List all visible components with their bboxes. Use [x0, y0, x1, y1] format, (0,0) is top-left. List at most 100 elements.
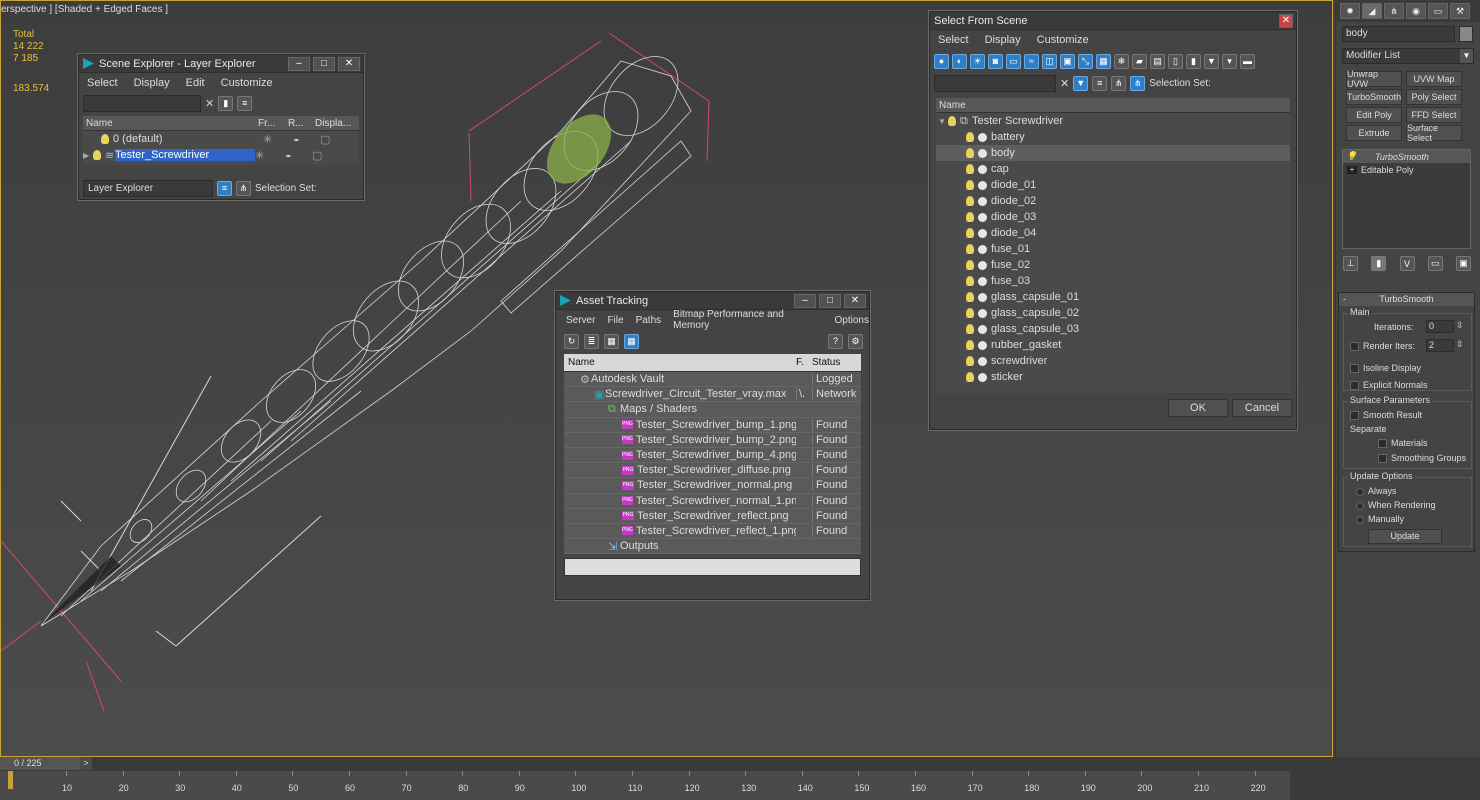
bulb-icon[interactable] [966, 228, 974, 238]
asset-row[interactable]: PNG Tester_Screwdriver_diffuse.png Found [564, 463, 861, 479]
time-marker[interactable] [8, 771, 13, 789]
bulb-icon[interactable] [966, 308, 974, 318]
expand-arrow-icon[interactable]: ▶ [83, 151, 93, 160]
display-invert-icon[interactable]: ▮ [1186, 53, 1201, 69]
bulb-icon[interactable] [966, 132, 974, 142]
time-slider[interactable]: 0 / 225 [0, 757, 92, 770]
freeze-icon[interactable]: ✳ [263, 133, 293, 146]
object-row[interactable]: diode_01 [936, 177, 1290, 193]
menu-display[interactable]: Display [134, 77, 170, 89]
uvw-map-button[interactable]: UVW Map [1406, 71, 1462, 87]
shapes-filter-icon[interactable]: ◐ [952, 53, 967, 69]
object-row[interactable]: diode_04 [936, 225, 1290, 241]
tree-root-row[interactable]: ▼ ⧉ Tester Screwdriver [936, 113, 1290, 129]
hierarchy-tab-icon[interactable]: ⋔ [1384, 3, 1404, 19]
asset-row[interactable]: PNG Tester_Screwdriver_bump_1.png Found [564, 418, 861, 433]
lights-filter-icon[interactable]: ☀ [970, 53, 985, 69]
object-row[interactable]: fuse_02 [936, 257, 1290, 273]
layers-icon[interactable]: ≡ [237, 95, 253, 111]
configure-sets-icon[interactable]: ▣ [1456, 256, 1471, 271]
bulb-icon[interactable] [948, 116, 956, 126]
clear-icon[interactable]: ✕ [1060, 77, 1069, 90]
filter-icon[interactable]: ▼ [1204, 53, 1219, 69]
ok-button[interactable]: OK [1168, 399, 1228, 417]
asset-row[interactable]: PNG Tester_Screwdriver_bump_2.png Found [564, 433, 861, 448]
display-box-icon[interactable]: ▢ [312, 149, 322, 162]
make-unique-icon[interactable]: V [1399, 256, 1415, 271]
menu-display[interactable]: Display [985, 34, 1021, 46]
object-name-input[interactable]: body [1342, 26, 1455, 42]
cancel-button[interactable]: Cancel [1232, 399, 1292, 417]
render-teapot-icon[interactable]: ◒ [285, 149, 312, 161]
stack-item-editable-poly[interactable]: + Editable Poly [1343, 163, 1470, 176]
menu-customize[interactable]: Customize [1037, 34, 1089, 46]
bones-filter-icon[interactable]: ⤡ [1078, 53, 1093, 69]
maximize-button[interactable]: □ [819, 293, 841, 308]
spacewarps-filter-icon[interactable]: ≈ [1024, 53, 1039, 69]
manually-radio[interactable]: Manually [1356, 514, 1404, 524]
render-teapot-icon[interactable]: ◒ [293, 133, 320, 145]
menu-customize[interactable]: Customize [221, 77, 273, 89]
cameras-filter-icon[interactable]: ◙ [988, 53, 1003, 69]
hierarchy-mode-icon[interactable]: ⋔ [236, 180, 251, 196]
frozen-filter-icon[interactable]: ❄ [1114, 53, 1129, 69]
asset-row[interactable]: PNG Tester_Screwdriver_reflect_1.png Found [564, 524, 861, 540]
bulb-icon[interactable] [966, 244, 974, 254]
iterations-spinner[interactable]: 0 [1426, 320, 1454, 333]
bulb-icon[interactable] [966, 372, 974, 382]
bulb-icon[interactable] [966, 164, 974, 174]
scene-explorer-titlebar[interactable]: Scene Explorer - Layer Explorer ‒ □ ✕ [79, 55, 363, 73]
explicit-normals-checkbox[interactable]: Explicit Normals [1350, 380, 1428, 391]
asset-row[interactable]: ⚙ Autodesk Vault Logged [564, 372, 861, 388]
object-row[interactable]: sticker [936, 369, 1290, 385]
hierarchy-mode-icon[interactable]: ⋔ [1130, 75, 1146, 91]
bulb-icon[interactable] [966, 148, 974, 158]
menu-bitmap-performance[interactable]: Bitmap Performance and Memory [673, 309, 822, 331]
bulb-icon[interactable]: 💡 [1343, 151, 1357, 162]
menu-select[interactable]: Select [938, 34, 969, 46]
bulb-icon[interactable] [966, 260, 974, 270]
asset-row[interactable]: PNG Tester_Screwdriver_normal.png Found [564, 478, 861, 494]
minimize-button[interactable]: ‒ [794, 293, 816, 308]
refresh-icon[interactable]: ↻ [564, 333, 579, 349]
list-view-icon[interactable]: ≣ [584, 333, 599, 349]
object-list-header[interactable]: Name [936, 98, 1290, 113]
unwrap-uvw-button[interactable]: Unwrap UVW [1346, 69, 1402, 89]
containers-filter-icon[interactable]: ▦ [1096, 53, 1111, 69]
geometry-filter-icon[interactable]: ● [934, 53, 949, 69]
menu-server[interactable]: Server [566, 315, 595, 326]
explorer-type-dropdown[interactable]: Layer Explorer [83, 179, 213, 197]
track-bar[interactable]: 10 20 30 40 50 60 70 80 90 100 110 120 130 140 150 160 1… [0, 771, 1290, 800]
utilities-tab-icon[interactable]: ⚒ [1450, 3, 1470, 19]
table-view-icon[interactable]: ▦ [624, 333, 639, 349]
menu-file[interactable]: File [607, 315, 623, 326]
object-row[interactable]: glass_capsule_01 [936, 289, 1290, 305]
show-end-result-icon[interactable]: ▮ [1371, 256, 1387, 271]
object-row[interactable]: body [936, 145, 1290, 161]
select-scene-search-input[interactable] [934, 74, 1056, 92]
object-row[interactable]: diode_02 [936, 193, 1290, 209]
smoothing-groups-checkbox[interactable]: Smoothing Groups [1378, 453, 1466, 464]
filter-active-icon[interactable]: ▼ [1073, 75, 1089, 91]
smooth-result-checkbox[interactable]: Smooth Result [1350, 410, 1422, 421]
object-row[interactable]: glass_capsule_03 [936, 321, 1290, 337]
ffd-select-button[interactable]: FFD Select [1406, 107, 1462, 123]
hierarchy-icon[interactable]: ⋔ [1111, 75, 1127, 91]
remove-modifier-icon[interactable]: ▭ [1427, 256, 1443, 271]
col-render[interactable]: R... [288, 118, 315, 129]
collapse-arrow-icon[interactable]: ▼ [936, 117, 948, 126]
filter-options-icon[interactable]: ▾ [1222, 53, 1237, 69]
object-row[interactable]: glass_capsule_02 [936, 305, 1290, 321]
clear-icon[interactable]: ✕ [205, 97, 214, 110]
minimize-button[interactable]: ‒ [288, 56, 310, 71]
object-row[interactable]: cap [936, 161, 1290, 177]
xrefs-filter-icon[interactable]: ▣ [1060, 53, 1075, 69]
modifier-list-dropdown[interactable]: Modifier List ▼ [1342, 48, 1474, 64]
groups-filter-icon[interactable]: ◫ [1042, 53, 1057, 69]
spinner-arrows-icon[interactable]: ⇳ [1456, 339, 1464, 350]
menu-paths[interactable]: Paths [636, 315, 662, 326]
extrude-button[interactable]: Extrude [1346, 125, 1402, 141]
asset-path-field[interactable] [564, 558, 861, 576]
render-iters-spinner[interactable]: 2 [1426, 339, 1454, 352]
close-button[interactable]: ✕ [1279, 13, 1293, 28]
